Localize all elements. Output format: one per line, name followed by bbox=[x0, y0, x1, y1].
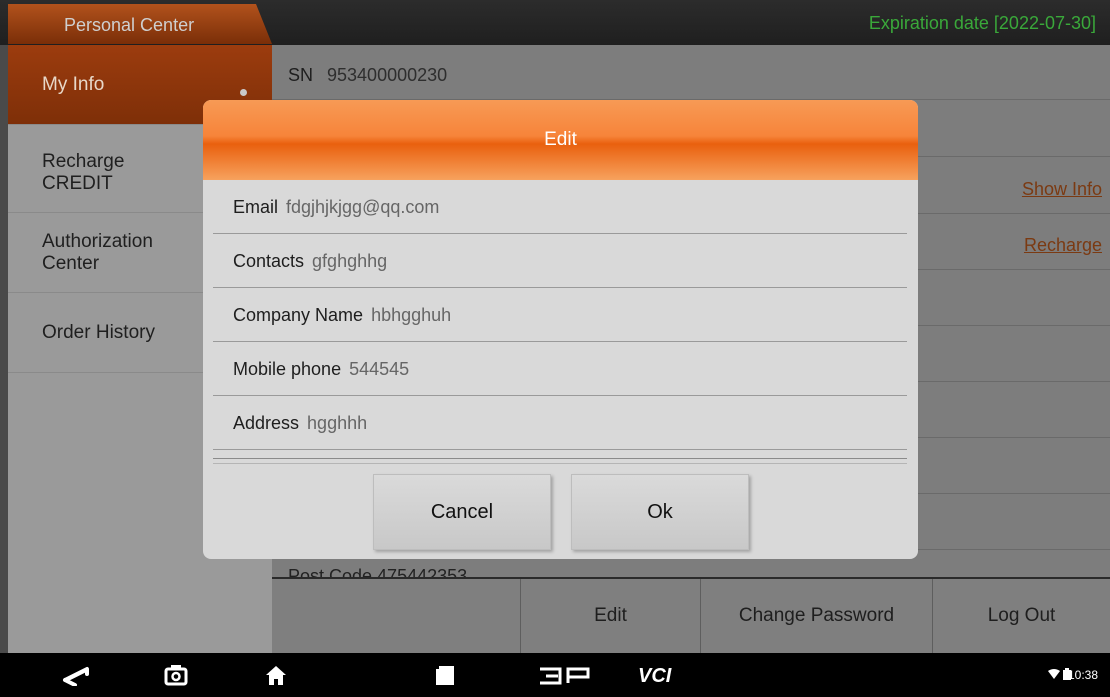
dialog-title: Edit bbox=[544, 129, 577, 150]
field-value: gfghghhg bbox=[312, 251, 388, 271]
back-icon[interactable] bbox=[62, 666, 90, 686]
recent-apps-icon[interactable] bbox=[434, 664, 456, 686]
status-clock: 10:38 bbox=[1067, 668, 1098, 682]
field-label: Contacts bbox=[233, 251, 305, 271]
dp-logo-icon[interactable] bbox=[538, 667, 592, 685]
field-value: fdgjhjkjgg@qq.com bbox=[286, 197, 440, 217]
ok-button[interactable]: Ok bbox=[571, 474, 749, 550]
dialog-header: Edit bbox=[203, 100, 918, 180]
field-label: Email bbox=[233, 197, 279, 217]
field-value: hgghhh bbox=[307, 413, 368, 433]
contacts-field[interactable]: Contacts gfghghhg bbox=[213, 234, 907, 288]
cancel-button[interactable]: Cancel bbox=[373, 474, 551, 550]
vci-logo-icon[interactable]: VCI bbox=[636, 665, 684, 685]
home-icon[interactable] bbox=[264, 664, 288, 686]
field-value: hbhgghuh bbox=[371, 305, 452, 325]
divider bbox=[213, 458, 907, 464]
email-field[interactable]: Email fdgjhjkjgg@qq.com bbox=[213, 180, 907, 234]
field-value: 544545 bbox=[349, 359, 410, 379]
field-label: Mobile phone bbox=[233, 359, 342, 379]
wifi-icon bbox=[1048, 669, 1060, 679]
field-label: Address bbox=[233, 413, 300, 433]
svg-text:VCI: VCI bbox=[638, 665, 672, 685]
camera-icon[interactable] bbox=[164, 664, 188, 686]
address-field[interactable]: Address hgghhh bbox=[213, 396, 907, 450]
mobile-phone-field[interactable]: Mobile phone 544545 bbox=[213, 342, 907, 396]
company-name-field[interactable]: Company Name hbhgghuh bbox=[213, 288, 907, 342]
edit-dialog: Edit Email fdgjhjkjgg@qq.com Contacts gfgh… bbox=[203, 100, 918, 559]
field-label: Company Name bbox=[233, 305, 364, 325]
system-nav-bar: VCI 10:38 bbox=[0, 653, 1110, 697]
